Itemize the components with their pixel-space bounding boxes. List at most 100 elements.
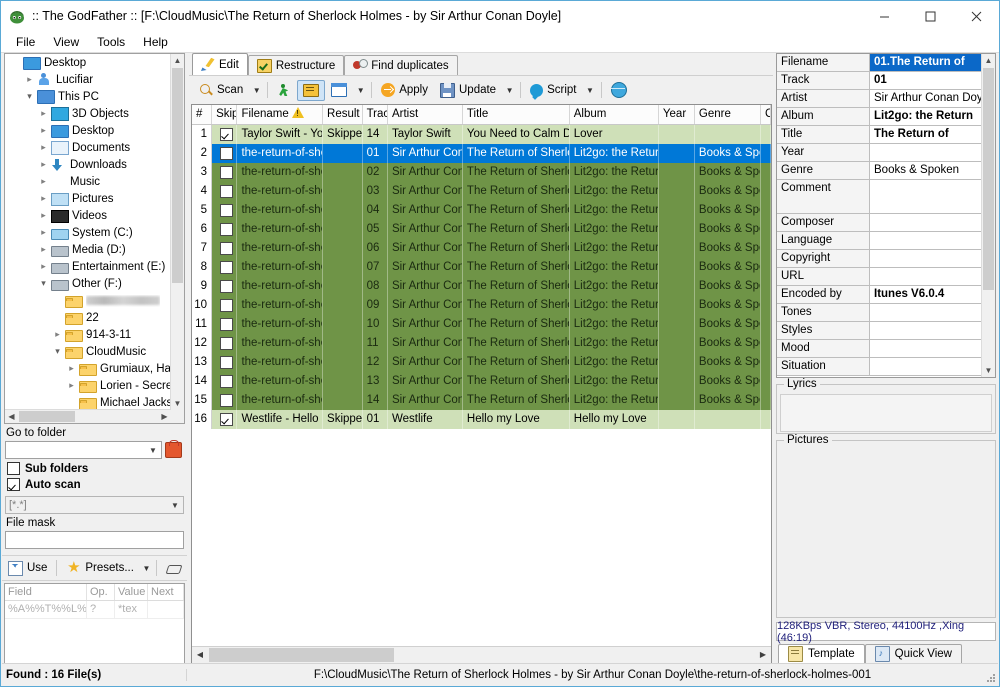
tree-item[interactable]: 22 [5, 309, 171, 326]
tag-field-value[interactable] [870, 268, 981, 285]
folder-tree[interactable]: Desktop ▸ Lucifiar ▾ This PC ▸ 3D Objects ▸ Desk… [4, 53, 185, 424]
table-row[interactable]: 10 the-return-of-sherl 09Sir Arthur ConaTh… [192, 296, 771, 315]
expand-chevron-icon[interactable]: ▸ [36, 108, 51, 119]
tree-item[interactable]: ▾ CloudMusic [5, 343, 171, 360]
table-row[interactable]: 4 the-return-of-sherl 03Sir Arthur ConaThe… [192, 182, 771, 201]
tree-item[interactable]: ▸ Entertainment (E:) [5, 258, 171, 275]
skip-checkbox[interactable] [219, 337, 233, 350]
skip-cell[interactable] [212, 144, 238, 163]
lyrics-textarea[interactable] [780, 394, 992, 432]
skip-checkbox[interactable] [219, 147, 233, 160]
skip-cell[interactable] [212, 163, 238, 182]
tree-vertical-scrollbar[interactable]: ▲ ▼ [170, 54, 184, 410]
window-view-button[interactable] [325, 79, 353, 101]
col-filename[interactable]: Filename [237, 105, 324, 124]
menu-view[interactable]: View [44, 33, 88, 51]
skip-checkbox[interactable] [219, 261, 233, 274]
expand-chevron-icon[interactable]: ▸ [64, 363, 79, 374]
scroll-up-arrow[interactable]: ▲ [171, 54, 184, 67]
file-mask-input[interactable] [5, 531, 184, 549]
tag-field-value[interactable] [870, 304, 981, 321]
menu-file[interactable]: File [7, 33, 44, 51]
scan-dropdown-arrow[interactable]: ▼ [249, 82, 264, 99]
use-filter-button[interactable]: Use [2, 559, 53, 578]
skip-cell[interactable] [212, 201, 238, 220]
expand-chevron-icon[interactable]: ▸ [36, 142, 51, 153]
maximize-button[interactable] [907, 1, 953, 31]
tree-item[interactable]: ▸ Desktop [5, 122, 171, 139]
expand-chevron-icon[interactable]: ▸ [36, 125, 51, 136]
apply-button[interactable]: Apply [375, 79, 434, 101]
tag-field-value[interactable] [870, 358, 981, 375]
skip-cell[interactable] [212, 410, 238, 429]
grid-hscroll-thumb[interactable] [209, 648, 394, 662]
table-row[interactable]: 6 the-return-of-sherl 05Sir Arthur ConaThe… [192, 220, 771, 239]
tag-field-row[interactable]: Artist Sir Arthur Conan Doyle [777, 90, 981, 108]
tag-field-row[interactable]: Composer [777, 214, 981, 232]
skip-checkbox[interactable] [219, 318, 233, 331]
sub-folders-checkbox[interactable] [7, 462, 20, 475]
tag-field-value[interactable]: 01.The Return of [870, 54, 981, 71]
table-row[interactable]: 13 the-return-of-sherl 12Sir Arthur ConaTh… [192, 353, 771, 372]
tag-field-row[interactable]: Filename 01.The Return of [777, 54, 981, 72]
grid-scroll-right-arrow[interactable]: ▶ [755, 647, 771, 663]
skip-cell[interactable] [212, 315, 238, 334]
close-button[interactable] [953, 1, 999, 31]
col-title[interactable]: Title [462, 105, 570, 124]
view-dropdown-arrow[interactable]: ▼ [353, 82, 368, 99]
file-grid-body[interactable]: 1Taylor Swift - You NSkipped14Taylor Swi… [192, 125, 771, 646]
expand-chevron-icon[interactable]: ▸ [22, 74, 37, 85]
tree-item[interactable]: ▸ Grumiaux, Hajdu [5, 360, 171, 377]
tag-field-row[interactable]: Title The Return of [777, 126, 981, 144]
tree-item[interactable]: ▾ Other (F:) [5, 275, 171, 292]
scroll-right-arrow[interactable]: ▶ [158, 410, 171, 423]
collapse-chevron-icon[interactable]: ▾ [36, 278, 51, 289]
table-row[interactable]: 2 the-return-of-sherl 01Sir Arthur ConaThe… [192, 144, 771, 163]
tree-item[interactable]: ▸ Pictures [5, 190, 171, 207]
web-lookup-button[interactable] [605, 78, 633, 102]
skip-checkbox[interactable] [219, 394, 233, 407]
table-row[interactable]: 8 the-return-of-sherl 07Sir Arthur ConaThe… [192, 258, 771, 277]
tree-item[interactable]: ▸ Documents [5, 139, 171, 156]
tag-field-value[interactable] [870, 322, 981, 339]
chevron-down-icon[interactable]: ▼ [167, 501, 183, 510]
collapse-chevron-icon[interactable]: ▾ [50, 346, 65, 357]
run-button[interactable] [271, 79, 297, 101]
scroll-down-arrow[interactable]: ▼ [171, 397, 184, 410]
tab-find-duplicates[interactable]: Find duplicates [344, 55, 458, 75]
expand-chevron-icon[interactable]: ▸ [36, 261, 51, 272]
skip-cell[interactable] [212, 334, 238, 353]
skip-cell[interactable] [212, 182, 238, 201]
tag-field-row[interactable]: URL [777, 268, 981, 286]
col-track[interactable]: Track [362, 105, 388, 124]
tab-restructure[interactable]: Restructure [247, 55, 345, 75]
skip-checkbox[interactable] [219, 242, 233, 255]
col-comment[interactable]: C [761, 105, 771, 124]
chevron-down-icon[interactable]: ▼ [145, 446, 161, 455]
skip-checkbox[interactable] [219, 299, 233, 312]
table-row[interactable]: 12 the-return-of-sherl 11Sir Arthur ConaTh… [192, 334, 771, 353]
tag-scroll-thumb[interactable] [983, 68, 994, 290]
skip-checkbox[interactable] [219, 356, 233, 369]
tag-field-value[interactable]: The Return of [870, 126, 981, 143]
tag-vertical-scrollbar[interactable]: ▲ ▼ [981, 54, 995, 377]
tree-item[interactable] [5, 292, 171, 309]
minimize-button[interactable] [861, 1, 907, 31]
table-row[interactable]: 11 the-return-of-sherl 10Sir Arthur ConaTh… [192, 315, 771, 334]
tab-quick-view[interactable]: Quick View [864, 644, 962, 664]
tree-item[interactable]: ▸ Lorien - Secrets [5, 377, 171, 394]
table-row[interactable]: 7 the-return-of-sherl 06Sir Arthur ConaThe… [192, 239, 771, 258]
list-view-button[interactable] [297, 79, 326, 101]
tree-item[interactable]: ▸ Music [5, 173, 171, 190]
grid-scroll-left-arrow[interactable]: ◀ [192, 647, 208, 663]
menu-tools[interactable]: Tools [88, 33, 134, 51]
tree-item[interactable]: ▸ Media (D:) [5, 241, 171, 258]
col-skip[interactable]: Skip [212, 105, 238, 124]
tag-field-value[interactable]: Itunes V6.0.4 [870, 286, 981, 303]
tag-fields-box[interactable]: Filename 01.The Return of Track 01 Artist Sir… [776, 53, 996, 378]
tag-field-value[interactable] [870, 250, 981, 267]
tree-item[interactable]: ▸ Downloads [5, 156, 171, 173]
grid-horizontal-scrollbar[interactable]: ◀ ▶ [192, 646, 771, 663]
browse-folder-button[interactable] [162, 440, 184, 458]
skip-checkbox[interactable] [219, 413, 233, 426]
